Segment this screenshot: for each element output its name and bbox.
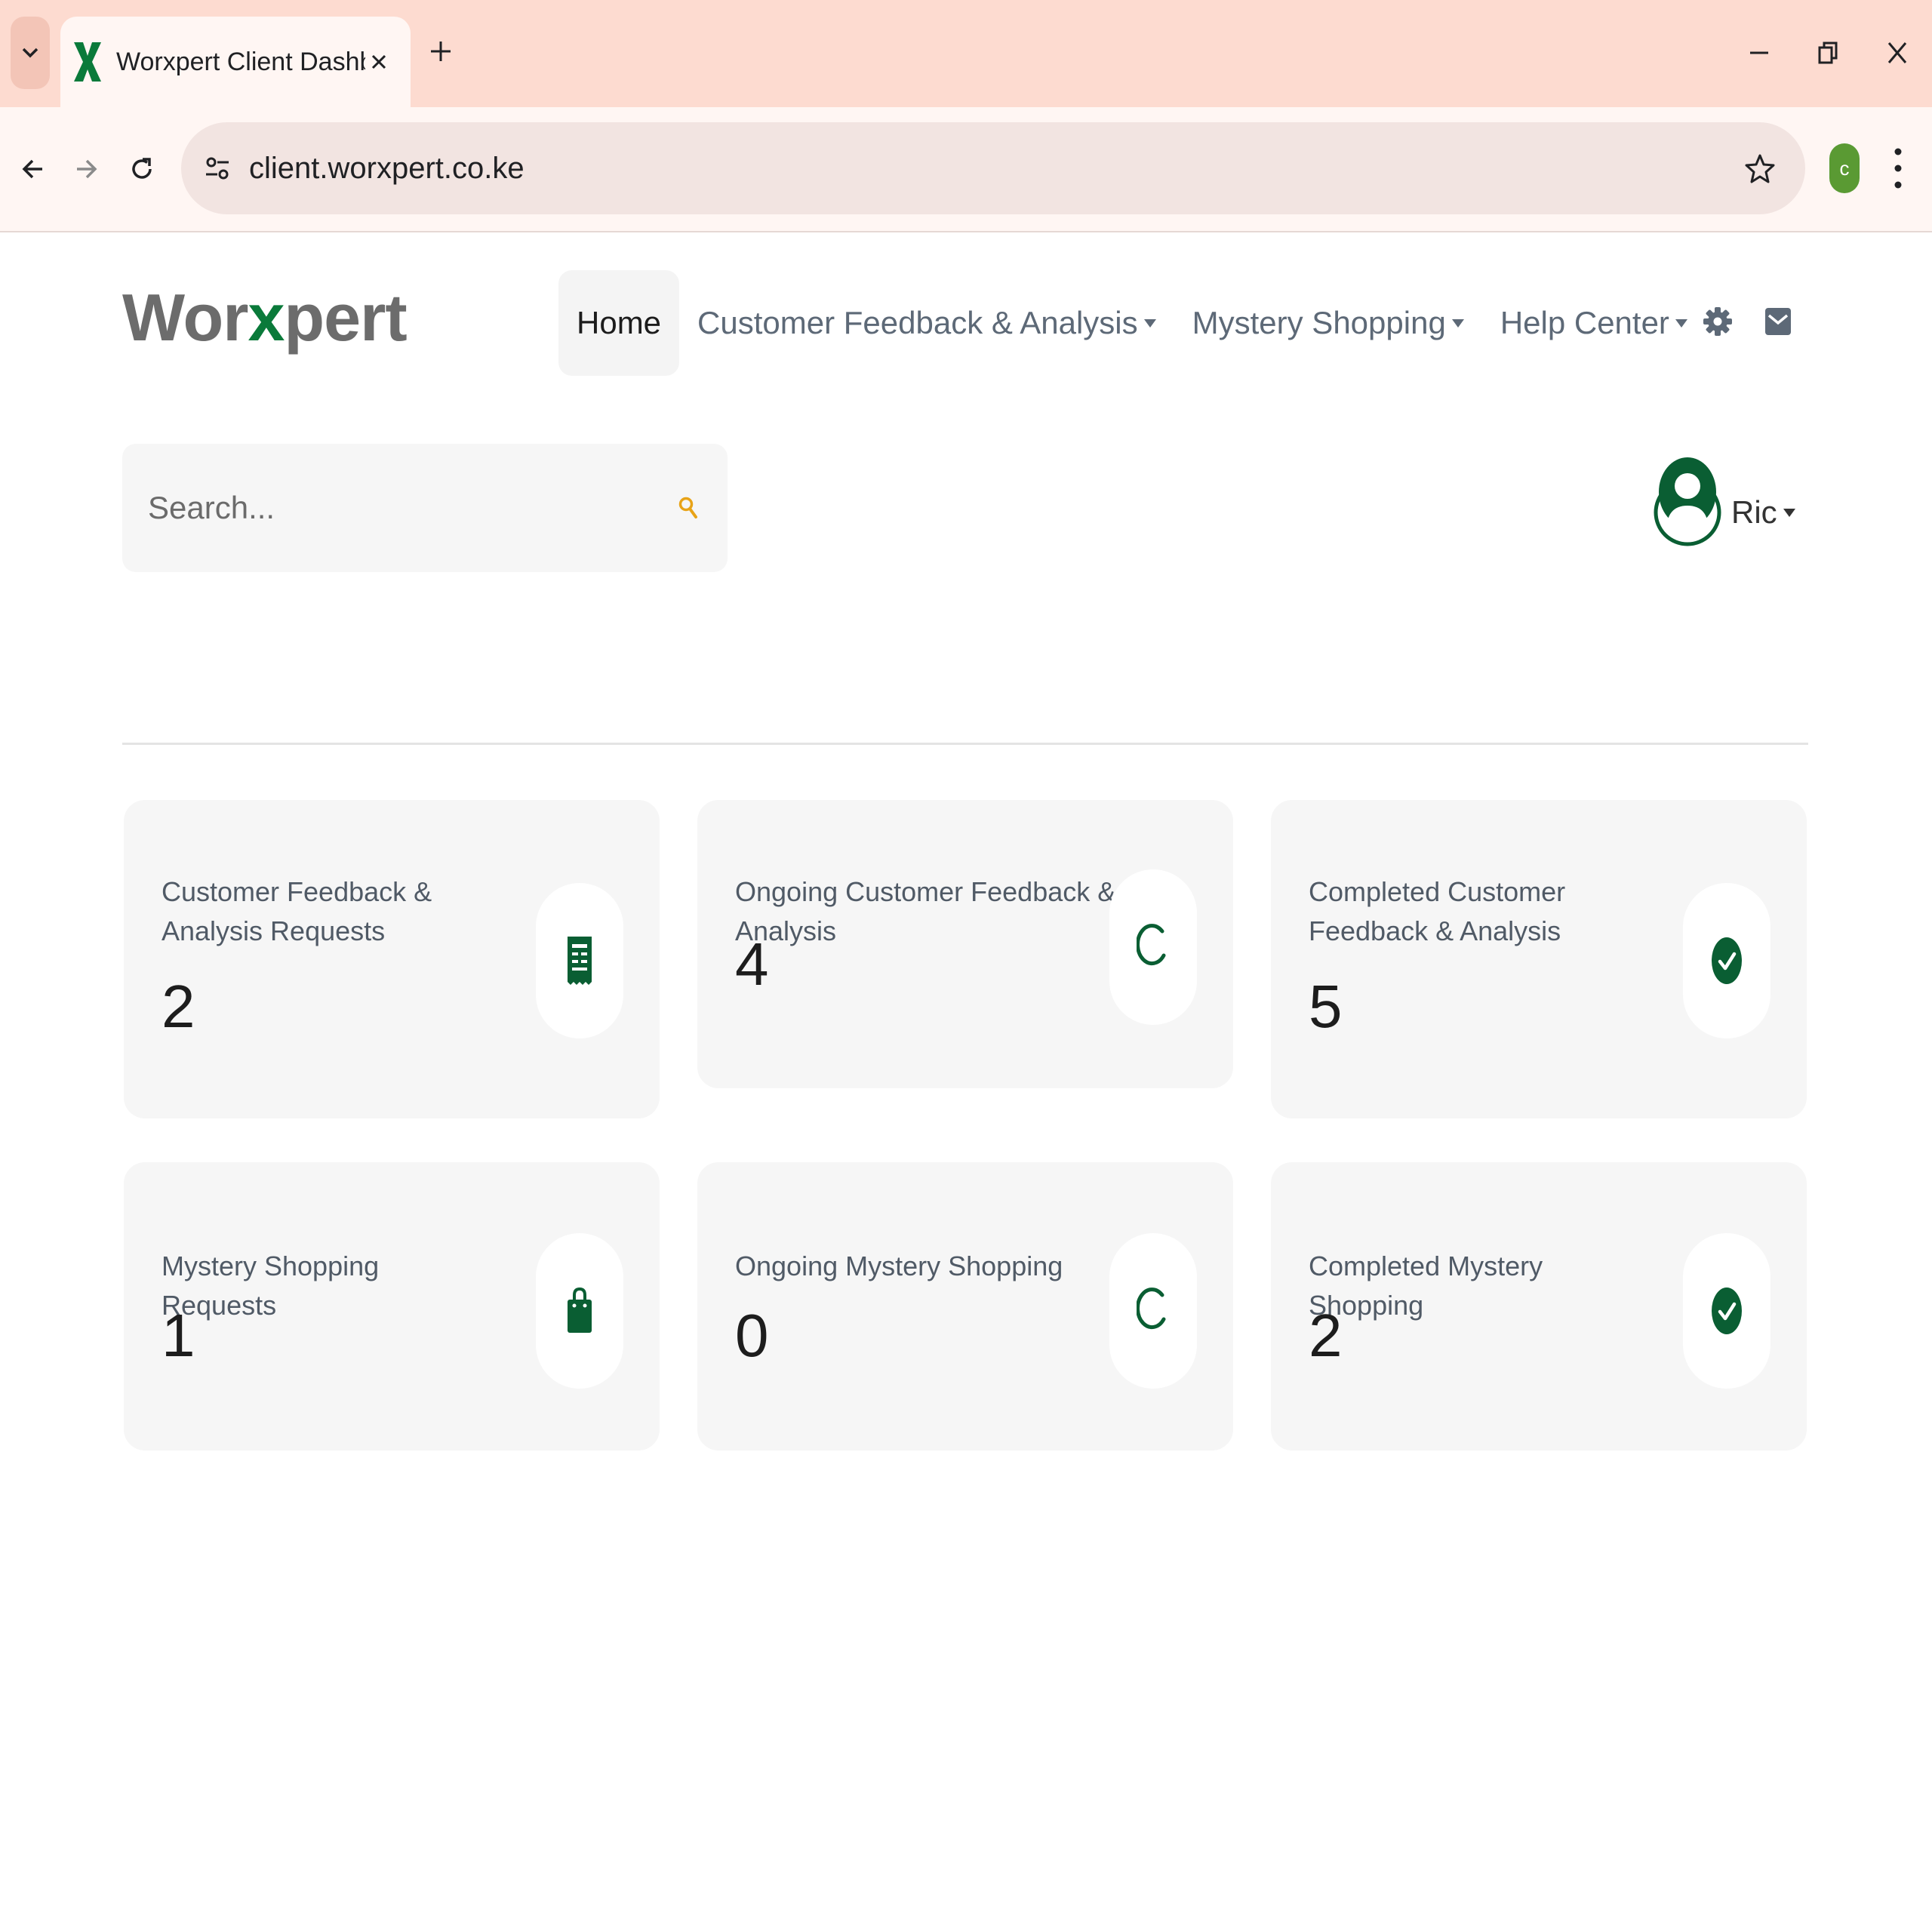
caret-down-icon bbox=[1783, 508, 1795, 517]
nav-item-customer-feedback[interactable]: Customer Feedback & Analysis bbox=[679, 270, 1174, 376]
card-label: Customer Feedback & Analysis Requests bbox=[162, 876, 432, 946]
tab-close-button[interactable] bbox=[365, 48, 392, 75]
worxpert-favicon-icon bbox=[74, 42, 101, 82]
card-ms-requests[interactable]: Mystery Shopping Requests 1 bbox=[124, 1162, 660, 1451]
plus-icon bbox=[431, 42, 451, 61]
minimize-icon bbox=[1750, 51, 1768, 54]
arrow-right-icon bbox=[77, 159, 97, 179]
address-bar[interactable]: client.worxpert.co.ke bbox=[181, 122, 1805, 214]
browser-toolbar: client.worxpert.co.ke c bbox=[0, 107, 1932, 232]
caret-down-icon bbox=[1143, 318, 1156, 328]
divider bbox=[122, 743, 1808, 745]
user-avatar-icon bbox=[1654, 457, 1721, 546]
messages-button[interactable] bbox=[1758, 302, 1798, 341]
bookmark-button[interactable] bbox=[1736, 144, 1784, 192]
card-value: 2 bbox=[1309, 1302, 1343, 1369]
card-value: 0 bbox=[735, 1302, 769, 1369]
shopping-bag-icon bbox=[568, 1287, 592, 1333]
check-circle-icon bbox=[1712, 1287, 1742, 1334]
nav-item-help-center[interactable]: Help Center bbox=[1482, 270, 1706, 376]
search-button[interactable] bbox=[675, 494, 702, 521]
spinner-icon bbox=[1137, 924, 1166, 966]
user-menu[interactable]: Ric bbox=[1653, 456, 1795, 569]
url-text[interactable]: client.worxpert.co.ke bbox=[249, 152, 1736, 186]
reload-button[interactable] bbox=[118, 145, 166, 193]
spinner-icon bbox=[1137, 1287, 1166, 1330]
card-completed-ms[interactable]: Completed Mystery Shopping 2 bbox=[1271, 1162, 1807, 1451]
browser-tab-bar: Worxpert Client Dashboard bbox=[0, 0, 1932, 107]
restore-button[interactable] bbox=[1808, 33, 1847, 72]
card-label: Completed Mystery Shopping bbox=[1309, 1251, 1543, 1321]
browser-menu-button[interactable] bbox=[1879, 142, 1917, 195]
settings-button[interactable] bbox=[1698, 302, 1737, 341]
new-tab-button[interactable] bbox=[423, 33, 459, 69]
nav-item-mystery-shopping[interactable]: Mystery Shopping bbox=[1174, 270, 1482, 376]
close-window-button[interactable] bbox=[1878, 33, 1917, 72]
mail-icon bbox=[1765, 308, 1791, 335]
user-name: Ric bbox=[1731, 494, 1777, 530]
more-vertical-icon bbox=[1894, 148, 1902, 189]
card-value: 5 bbox=[1309, 973, 1343, 1040]
close-icon bbox=[1887, 42, 1907, 63]
profile-avatar-button[interactable]: c bbox=[1829, 143, 1860, 193]
forward-button[interactable] bbox=[62, 145, 110, 193]
card-label: Ongoing Customer Feedback & Analysis bbox=[735, 876, 1116, 946]
main-nav: Home Customer Feedback & Analysis Myster… bbox=[558, 270, 1706, 376]
tune-icon bbox=[206, 157, 229, 180]
browser-tab[interactable]: Worxpert Client Dashboard bbox=[60, 17, 411, 107]
nav-item-home[interactable]: Home bbox=[558, 270, 680, 376]
search-input[interactable] bbox=[148, 490, 675, 526]
star-icon bbox=[1745, 154, 1775, 183]
close-icon bbox=[371, 54, 386, 69]
card-completed-cfa[interactable]: Completed Customer Feedback & Analysis 5 bbox=[1271, 800, 1807, 1118]
card-ongoing-ms[interactable]: Ongoing Mystery Shopping 0 bbox=[697, 1162, 1233, 1451]
card-ongoing-cfa[interactable]: Ongoing Customer Feedback & Analysis 4 bbox=[697, 800, 1233, 1088]
search-icon bbox=[678, 497, 697, 518]
reload-icon bbox=[132, 158, 152, 179]
search-box bbox=[122, 444, 728, 572]
site-info-button[interactable] bbox=[193, 144, 242, 192]
receipt-icon bbox=[568, 937, 592, 985]
brand-logo[interactable]: Worxpert bbox=[122, 279, 408, 356]
card-value: 2 bbox=[162, 973, 195, 1040]
caret-down-icon bbox=[1675, 318, 1687, 328]
arrow-left-icon bbox=[22, 159, 42, 179]
restore-icon bbox=[1818, 42, 1838, 64]
caret-down-icon bbox=[1451, 318, 1464, 328]
card-label: Mystery Shopping Requests bbox=[162, 1251, 380, 1321]
card-label: Ongoing Mystery Shopping bbox=[735, 1251, 1063, 1281]
gear-icon bbox=[1703, 307, 1732, 336]
card-value: 4 bbox=[735, 931, 769, 998]
card-label: Completed Customer Feedback & Analysis bbox=[1309, 876, 1566, 946]
card-cfa-requests[interactable]: Customer Feedback & Analysis Requests 2 bbox=[124, 800, 660, 1118]
back-button[interactable] bbox=[9, 145, 57, 193]
minimize-button[interactable] bbox=[1740, 33, 1779, 72]
tab-title: Worxpert Client Dashboard bbox=[116, 47, 365, 76]
card-value: 1 bbox=[162, 1302, 195, 1369]
tab-search-button[interactable] bbox=[11, 17, 50, 89]
chevron-down-icon bbox=[22, 48, 38, 58]
dashboard-page: Worxpert Home Customer Feedback & Analys… bbox=[0, 232, 1932, 1932]
check-circle-icon bbox=[1712, 937, 1742, 984]
